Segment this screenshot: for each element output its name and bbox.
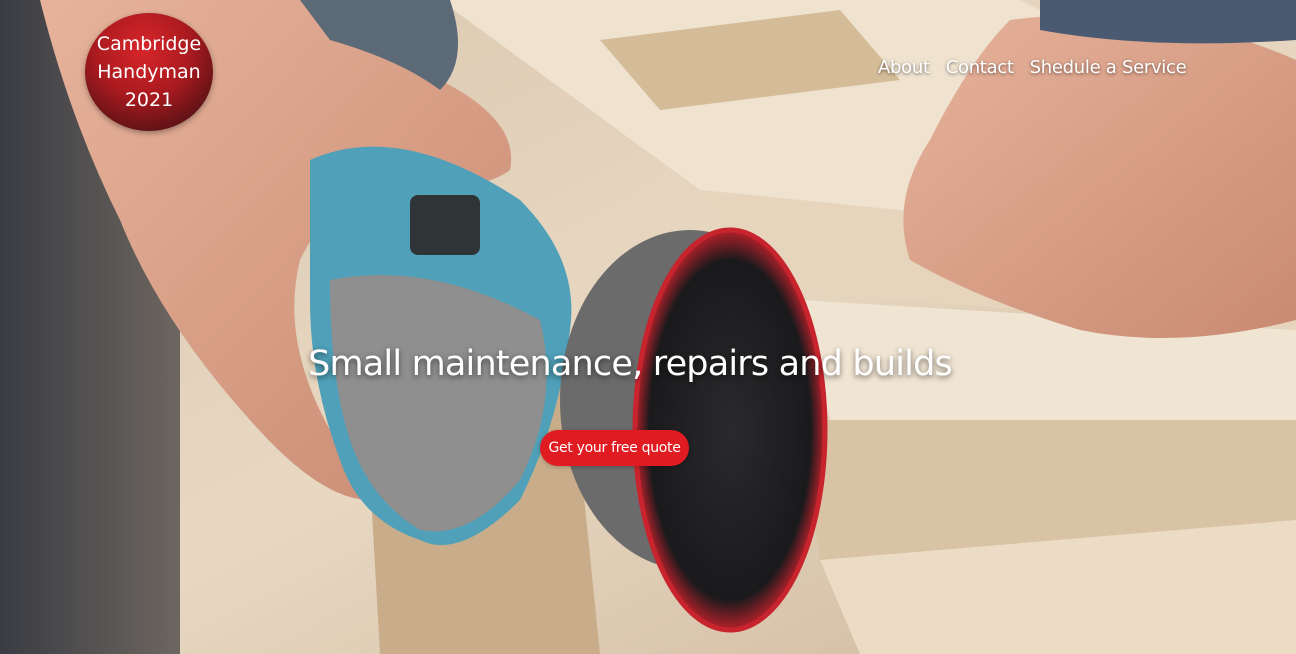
nav-link-schedule-service[interactable]: Shedule a Service <box>1030 57 1187 78</box>
nav-link-about[interactable]: About <box>878 57 930 78</box>
main-nav: About Contact Shedule a Service <box>878 57 1202 78</box>
hero-headline: Small maintenance, repairs and builds <box>308 344 953 384</box>
logo-line-3: 2021 <box>124 89 174 111</box>
logo-line-2: Handyman <box>97 61 201 83</box>
logo-line-1: Cambridge <box>96 33 202 55</box>
logo-badge[interactable]: Cambridge Handyman 2021 <box>85 13 213 131</box>
free-quote-button[interactable]: Get your free quote <box>540 430 689 466</box>
hero-section: Cambridge Handyman 2021 About Contact Sh… <box>0 0 1296 654</box>
nav-link-contact[interactable]: Contact <box>946 57 1014 78</box>
